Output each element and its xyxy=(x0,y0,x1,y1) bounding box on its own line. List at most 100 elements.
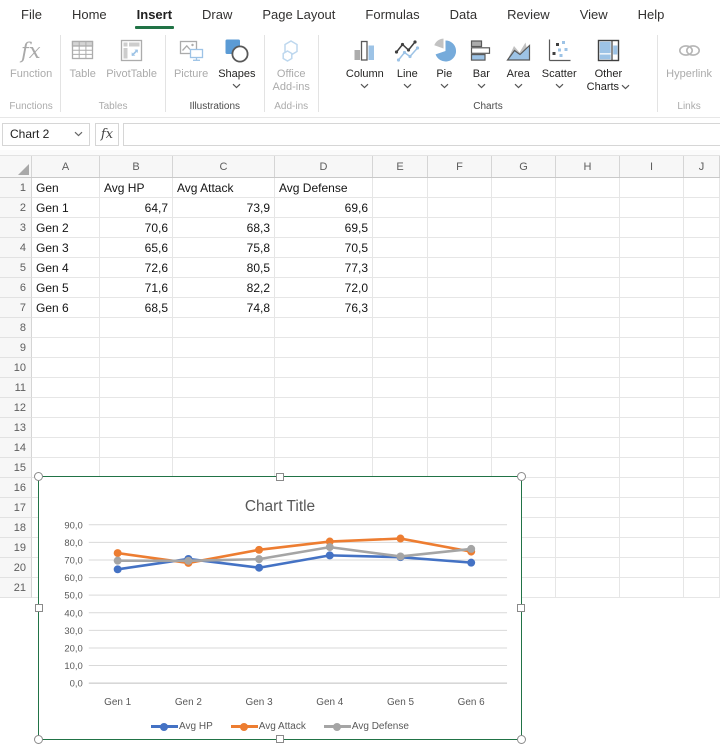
fx-button[interactable]: fx xyxy=(95,123,119,146)
cell-C6[interactable]: 82,2 xyxy=(173,278,275,298)
cell-E13[interactable] xyxy=(373,418,428,438)
cell-F8[interactable] xyxy=(428,318,492,338)
cell-J12[interactable] xyxy=(684,398,720,418)
cell-A9[interactable] xyxy=(32,338,100,358)
row-header-6[interactable]: 6 xyxy=(0,278,32,298)
cell-H7[interactable] xyxy=(556,298,620,318)
cell-A3[interactable]: Gen 2 xyxy=(32,218,100,238)
cell-D14[interactable] xyxy=(275,438,373,458)
cell-D3[interactable]: 69,5 xyxy=(275,218,373,238)
cell-H9[interactable] xyxy=(556,338,620,358)
cell-B7[interactable]: 68,5 xyxy=(100,298,173,318)
cell-E7[interactable] xyxy=(373,298,428,318)
cell-G11[interactable] xyxy=(492,378,556,398)
legend-item-avg-hp[interactable]: Avg HP xyxy=(151,721,213,732)
row-header-7[interactable]: 7 xyxy=(0,298,32,318)
cell-G14[interactable] xyxy=(492,438,556,458)
row-header-13[interactable]: 13 xyxy=(0,418,32,438)
cell-J7[interactable] xyxy=(684,298,720,318)
cell-B11[interactable] xyxy=(100,378,173,398)
cell-D12[interactable] xyxy=(275,398,373,418)
cell-J17[interactable] xyxy=(684,498,720,518)
column-header-A[interactable]: A xyxy=(32,156,100,177)
row-header-19[interactable]: 19 xyxy=(0,538,32,558)
ribbon-button-shapes[interactable]: Shapes xyxy=(213,30,260,89)
column-header-I[interactable]: I xyxy=(620,156,684,177)
row-header-8[interactable]: 8 xyxy=(0,318,32,338)
ribbon-button-line[interactable]: Line xyxy=(389,30,426,89)
row-header-9[interactable]: 9 xyxy=(0,338,32,358)
cell-D1[interactable]: Avg Defense xyxy=(275,178,373,198)
cell-H3[interactable] xyxy=(556,218,620,238)
cell-I2[interactable] xyxy=(620,198,684,218)
cell-H21[interactable] xyxy=(556,578,620,598)
cell-J9[interactable] xyxy=(684,338,720,358)
cell-H15[interactable] xyxy=(556,458,620,478)
cell-I21[interactable] xyxy=(620,578,684,598)
chart-resize-handle-top-left[interactable] xyxy=(34,472,43,481)
cell-I3[interactable] xyxy=(620,218,684,238)
cell-D10[interactable] xyxy=(275,358,373,378)
cell-A11[interactable] xyxy=(32,378,100,398)
cell-F15[interactable] xyxy=(428,458,492,478)
cell-G7[interactable] xyxy=(492,298,556,318)
cell-F12[interactable] xyxy=(428,398,492,418)
chart-resize-handle-left[interactable] xyxy=(35,604,43,612)
cell-F1[interactable] xyxy=(428,178,492,198)
row-header-14[interactable]: 14 xyxy=(0,438,32,458)
cell-A7[interactable]: Gen 6 xyxy=(32,298,100,318)
row-header-20[interactable]: 20 xyxy=(0,558,32,578)
chart-resize-handle-top[interactable] xyxy=(276,473,284,481)
cell-E9[interactable] xyxy=(373,338,428,358)
cell-B4[interactable]: 65,6 xyxy=(100,238,173,258)
cell-J13[interactable] xyxy=(684,418,720,438)
tab-file[interactable]: File xyxy=(6,0,57,30)
row-header-5[interactable]: 5 xyxy=(0,258,32,278)
cell-I14[interactable] xyxy=(620,438,684,458)
cell-H13[interactable] xyxy=(556,418,620,438)
cell-F2[interactable] xyxy=(428,198,492,218)
chart-resize-handle-bottom[interactable] xyxy=(276,735,284,743)
row-header-1[interactable]: 1 xyxy=(0,178,32,198)
row-header-11[interactable]: 11 xyxy=(0,378,32,398)
column-header-C[interactable]: C xyxy=(173,156,275,177)
cell-B14[interactable] xyxy=(100,438,173,458)
cell-I4[interactable] xyxy=(620,238,684,258)
cell-B12[interactable] xyxy=(100,398,173,418)
cell-E1[interactable] xyxy=(373,178,428,198)
cell-E11[interactable] xyxy=(373,378,428,398)
ribbon-button-area[interactable]: Area xyxy=(500,30,537,89)
tab-home[interactable]: Home xyxy=(57,0,122,30)
cell-I18[interactable] xyxy=(620,518,684,538)
tab-page-layout[interactable]: Page Layout xyxy=(247,0,350,30)
cell-A8[interactable] xyxy=(32,318,100,338)
chart-resize-handle-bottom-left[interactable] xyxy=(34,735,43,744)
chart-resize-handle-top-right[interactable] xyxy=(517,472,526,481)
row-header-17[interactable]: 17 xyxy=(0,498,32,518)
cell-D6[interactable]: 72,0 xyxy=(275,278,373,298)
cell-F5[interactable] xyxy=(428,258,492,278)
cell-H10[interactable] xyxy=(556,358,620,378)
cell-C11[interactable] xyxy=(173,378,275,398)
cell-C14[interactable] xyxy=(173,438,275,458)
cell-C7[interactable]: 74,8 xyxy=(173,298,275,318)
tab-data[interactable]: Data xyxy=(435,0,492,30)
tab-insert[interactable]: Insert xyxy=(122,0,187,30)
cell-G8[interactable] xyxy=(492,318,556,338)
row-header-10[interactable]: 10 xyxy=(0,358,32,378)
cell-C12[interactable] xyxy=(173,398,275,418)
cell-H19[interactable] xyxy=(556,538,620,558)
row-header-2[interactable]: 2 xyxy=(0,198,32,218)
cell-I7[interactable] xyxy=(620,298,684,318)
cell-H12[interactable] xyxy=(556,398,620,418)
cell-H2[interactable] xyxy=(556,198,620,218)
cell-H16[interactable] xyxy=(556,478,620,498)
column-header-F[interactable]: F xyxy=(428,156,492,177)
cell-F9[interactable] xyxy=(428,338,492,358)
cell-D2[interactable]: 69,6 xyxy=(275,198,373,218)
cell-D8[interactable] xyxy=(275,318,373,338)
cell-G1[interactable] xyxy=(492,178,556,198)
cell-E3[interactable] xyxy=(373,218,428,238)
cell-J16[interactable] xyxy=(684,478,720,498)
cell-C3[interactable]: 68,3 xyxy=(173,218,275,238)
